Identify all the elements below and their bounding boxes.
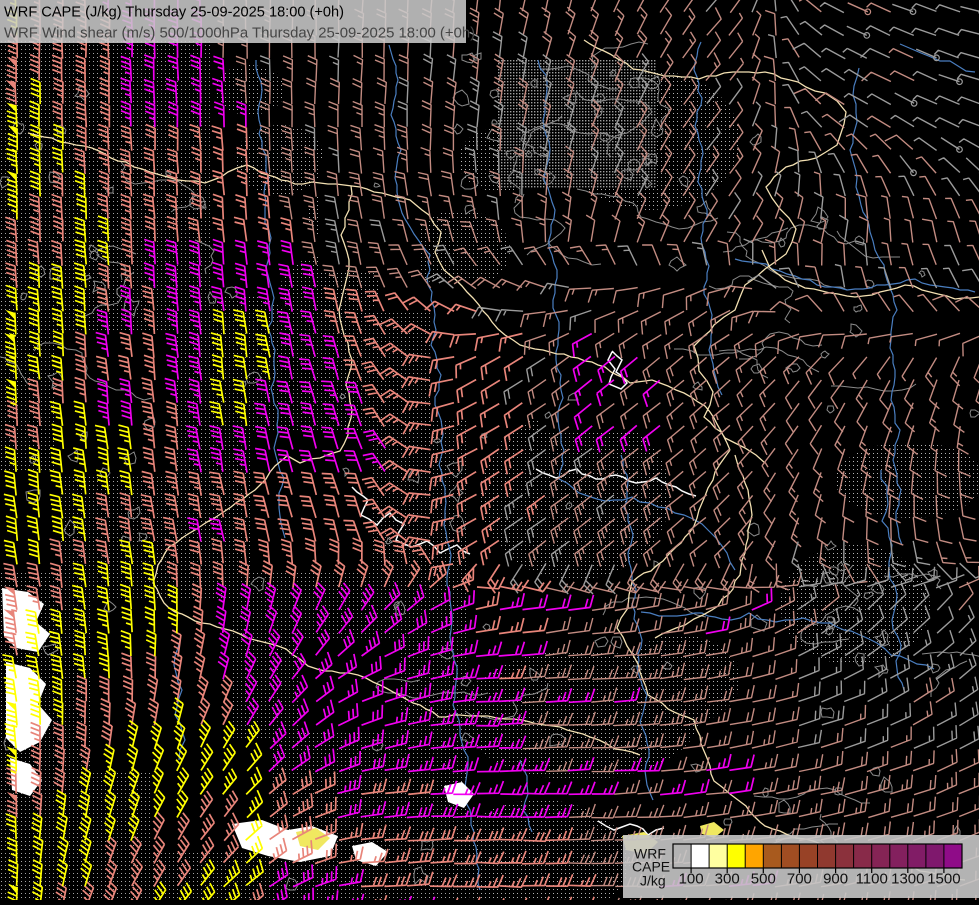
svg-text:1500: 1500	[927, 871, 960, 888]
svg-text:WRF Wind shear (m/s) 500/1000h: WRF Wind shear (m/s) 500/1000hPa Thursda…	[4, 26, 475, 42]
svg-text:1300: 1300	[891, 871, 924, 888]
svg-text:900: 900	[823, 871, 848, 888]
svg-text:100: 100	[679, 871, 704, 888]
svg-text:700: 700	[787, 871, 812, 888]
svg-text:1100: 1100	[856, 871, 888, 888]
svg-text:WRF CAPE (J/kg) Thursday 25-09: WRF CAPE (J/kg) Thursday 25-09-2025 18:0…	[4, 5, 344, 21]
svg-text:300: 300	[715, 871, 740, 888]
svg-text:500: 500	[751, 871, 776, 888]
svg-text:J/kg: J/kg	[640, 873, 666, 889]
